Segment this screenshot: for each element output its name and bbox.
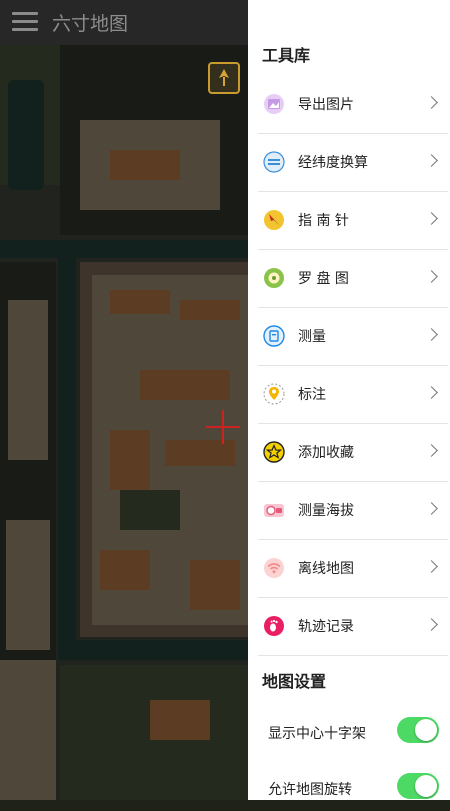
top-app-bar: 六寸地图	[0, 0, 248, 45]
map-pin-icon	[263, 383, 285, 405]
side-drawer: 工具库 导出图片 经纬度换算 指 南 针 罗 盘 图 测量 标注 添加收藏 测量…	[248, 0, 450, 800]
menu-item-annotate[interactable]: 标注	[258, 366, 448, 424]
menu-item-offline-map[interactable]: 离线地图	[258, 540, 448, 598]
chevron-right-icon	[425, 386, 438, 399]
footprint-icon	[263, 615, 285, 637]
star-icon	[263, 441, 285, 463]
center-crosshair-vertical	[222, 410, 224, 444]
setting-allow-rotation: 允许地图旋转	[248, 767, 450, 811]
hamburger-menu-icon[interactable]	[12, 12, 38, 32]
chevron-right-icon	[425, 154, 438, 167]
menu-item-label: 轨迹记录	[298, 619, 354, 635]
altitude-icon	[263, 499, 285, 521]
menu-item-label: 罗 盘 图	[298, 271, 349, 287]
chevron-right-icon	[425, 328, 438, 341]
image-icon	[263, 93, 285, 115]
chevron-right-icon	[425, 560, 438, 573]
show-crosshair-toggle[interactable]	[397, 717, 439, 743]
chevron-right-icon	[425, 270, 438, 283]
chevron-right-icon	[425, 618, 438, 631]
map-settings-section-title: 地图设置	[262, 672, 327, 691]
menu-item-altitude[interactable]: 测量海拔	[258, 482, 448, 540]
menu-item-label: 添加收藏	[298, 445, 354, 461]
menu-item-label: 经纬度换算	[298, 155, 368, 171]
setting-show-crosshair: 显示中心十字架	[248, 711, 450, 755]
menu-item-add-favorite[interactable]: 添加收藏	[258, 424, 448, 482]
coordinate-convert-icon	[263, 151, 285, 173]
allow-rotation-toggle[interactable]	[397, 773, 439, 799]
north-arrow-icon	[219, 69, 229, 86]
menu-item-measure[interactable]: 测量	[258, 308, 448, 366]
menu-item-label: 离线地图	[298, 561, 354, 577]
measure-icon	[263, 325, 285, 347]
compass-needle-icon	[263, 209, 285, 231]
chevron-right-icon	[425, 444, 438, 457]
menu-item-label: 指 南 针	[298, 213, 349, 229]
menu-item-label: 导出图片	[298, 97, 354, 113]
menu-item-compass-rose[interactable]: 罗 盘 图	[258, 250, 448, 308]
wifi-icon	[263, 557, 285, 579]
setting-label: 允许地图旋转	[268, 782, 352, 798]
menu-item-track-record[interactable]: 轨迹记录	[258, 598, 448, 656]
menu-item-label: 标注	[298, 387, 326, 403]
tools-list: 导出图片 经纬度换算 指 南 针 罗 盘 图 测量 标注 添加收藏 测量海拔 离…	[248, 76, 450, 656]
menu-item-label: 测量海拔	[298, 503, 354, 519]
menu-item-export-image[interactable]: 导出图片	[258, 76, 448, 134]
app-title: 六寸地图	[52, 13, 129, 35]
chevron-right-icon	[425, 212, 438, 225]
chevron-right-icon	[425, 502, 438, 515]
menu-item-compass[interactable]: 指 南 针	[258, 192, 448, 250]
menu-item-coordinate-convert[interactable]: 经纬度换算	[258, 134, 448, 192]
menu-item-label: 测量	[298, 329, 326, 345]
chevron-right-icon	[425, 96, 438, 109]
tools-section-title: 工具库	[262, 46, 311, 65]
compass-rose-icon	[263, 267, 285, 289]
north-compass-button[interactable]	[208, 62, 240, 94]
setting-label: 显示中心十字架	[268, 726, 366, 742]
